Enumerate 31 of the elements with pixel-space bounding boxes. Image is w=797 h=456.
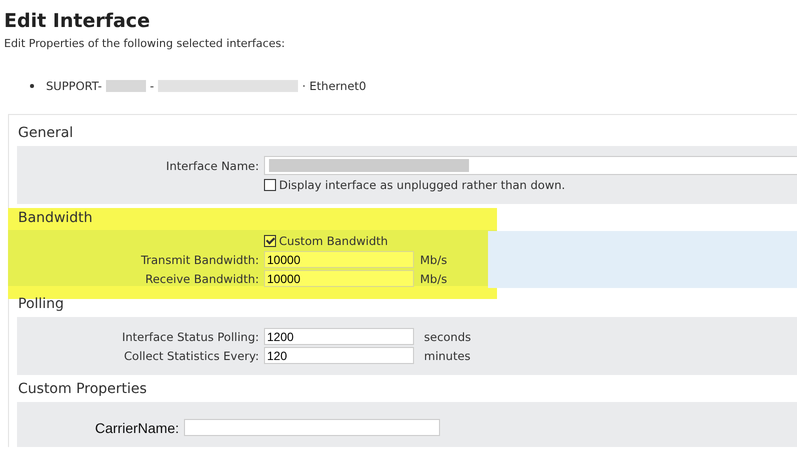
interface-text: SUPPORT- (46, 79, 102, 93)
page-subtitle: Edit Properties of the following selected interfaces: (4, 37, 285, 50)
checkbox-label: Display interface as unplugged rather than down. (279, 178, 566, 192)
input-field[interactable] (264, 156, 797, 175)
page-title: Edit Interface (4, 10, 150, 32)
interface-text: - (150, 79, 154, 93)
unit-label: seconds (424, 330, 472, 344)
checkbox[interactable] (264, 234, 276, 246)
field-label: Interface Status Polling: (120, 330, 259, 344)
unit-label: Mb/s (420, 272, 448, 286)
section-title: Bandwidth (18, 210, 93, 227)
field-label: Receive Bandwidth: (144, 272, 259, 286)
unit-label: Mb/s (420, 252, 448, 266)
section-title: Polling (18, 296, 64, 313)
section-title: General (18, 125, 74, 142)
field-label: Collect Statistics Every: (123, 348, 259, 362)
checkbox[interactable] (264, 178, 276, 190)
section-title: Custom Properties (18, 381, 147, 398)
input-field[interactable]: 120 (264, 347, 414, 364)
input-field[interactable]: 1200 (264, 328, 414, 345)
field-label: CarrierName: (94, 420, 179, 436)
interface-text: · Ethernet0 (302, 79, 366, 93)
field-label: Transmit Bandwidth: (140, 252, 259, 266)
input-field[interactable]: 10000 (264, 251, 414, 268)
redacted-block (106, 80, 146, 92)
input-field[interactable]: 10000 (264, 270, 414, 287)
checkbox-label: Custom Bandwidth (279, 234, 388, 248)
unit-label: minutes (424, 348, 471, 362)
field-label: Interface Name: (165, 158, 259, 172)
input-field[interactable] (184, 419, 440, 436)
bullet-icon (30, 84, 34, 88)
